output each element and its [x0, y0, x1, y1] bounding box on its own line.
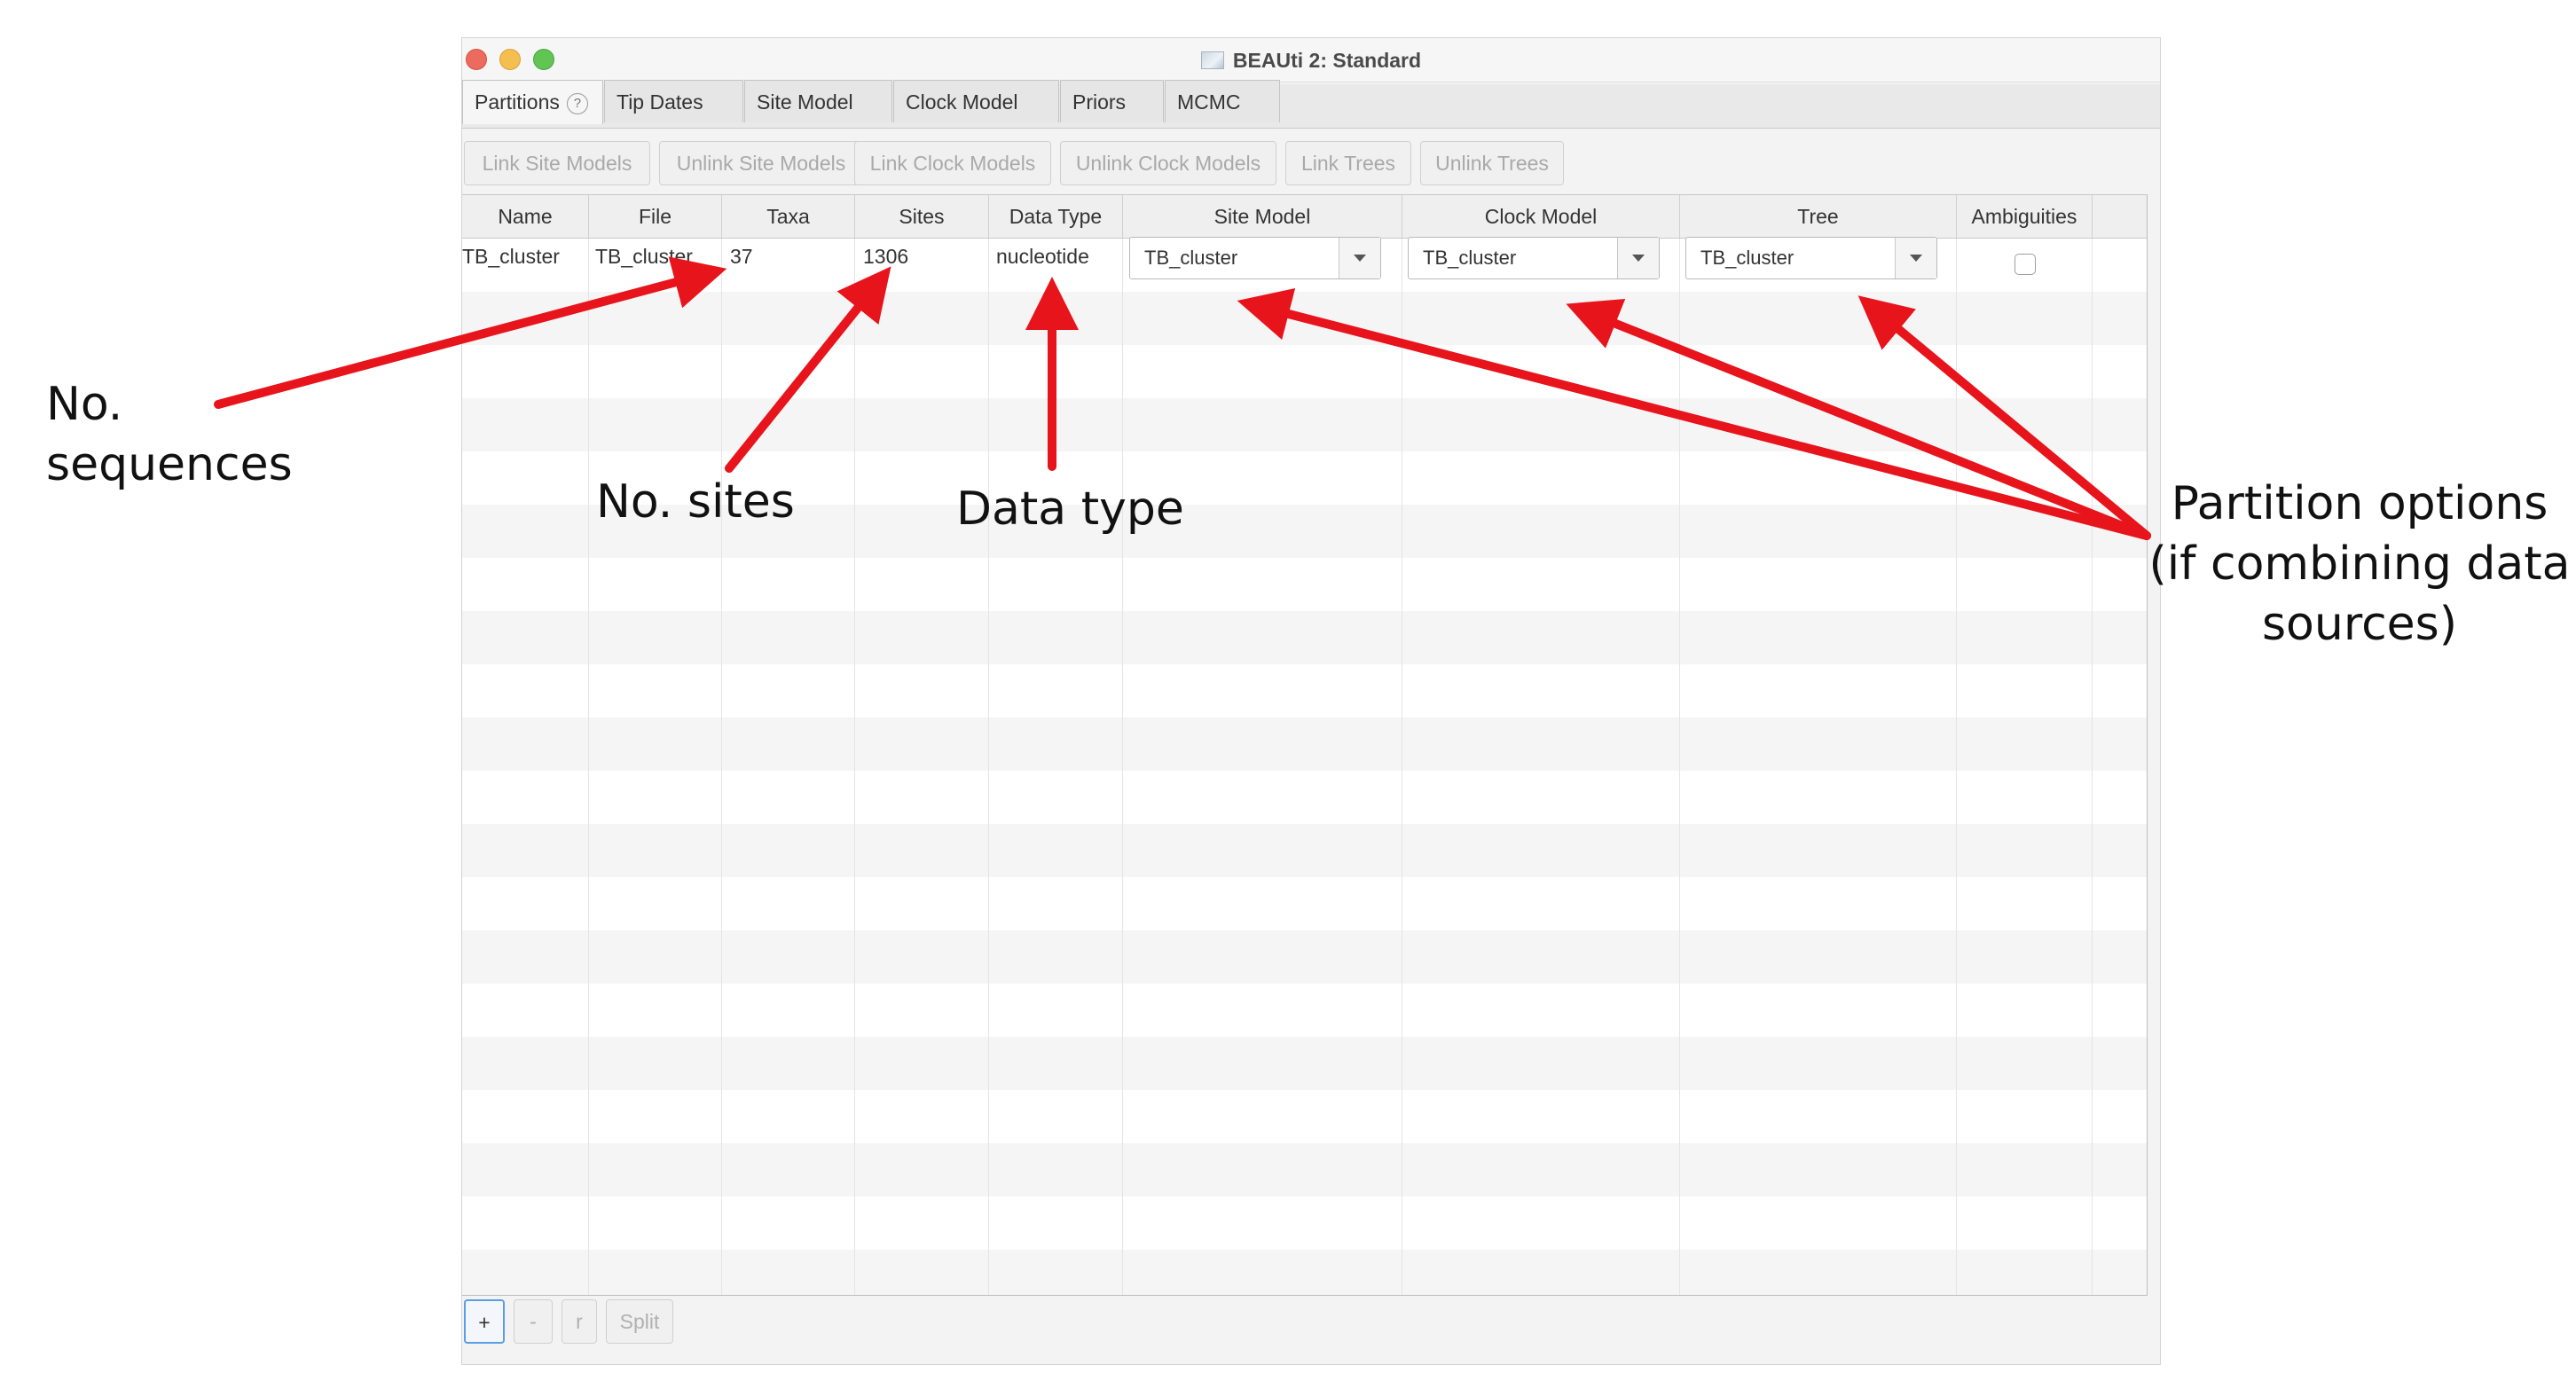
arrow-sequences [214, 256, 727, 409]
arrow-clock-model [1566, 298, 2151, 540]
annotation-arrows [214, 256, 2151, 540]
arrow-sites [725, 266, 891, 473]
